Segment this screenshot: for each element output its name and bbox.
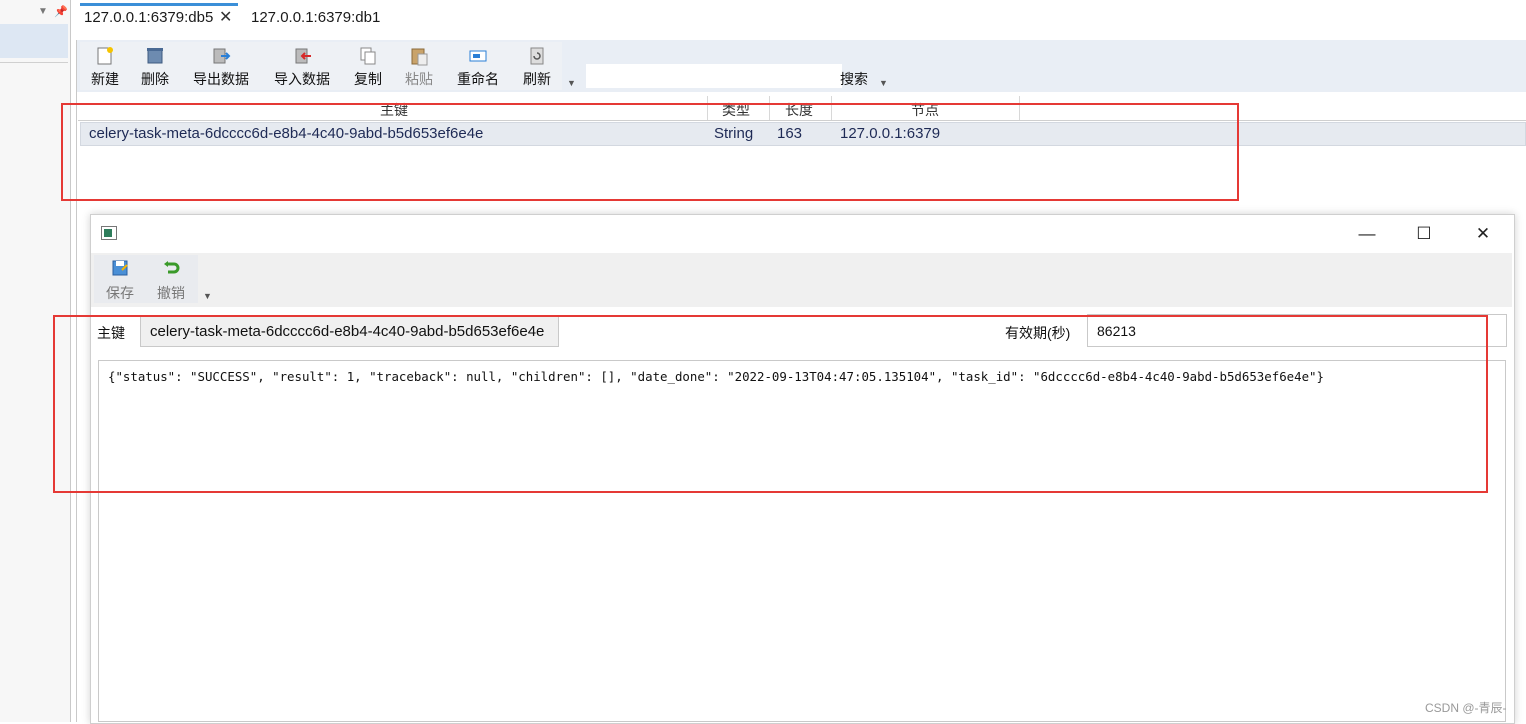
- ttl-label: 有效期(秒): [1005, 325, 1071, 341]
- row-type-cell[interactable]: String: [714, 125, 753, 142]
- column-separator: [1019, 96, 1020, 120]
- export-button[interactable]: 导出数据: [189, 44, 253, 90]
- close-icon[interactable]: ✕: [1468, 224, 1498, 244]
- dialog-toolbar-overflow-icon[interactable]: ▼: [203, 291, 212, 301]
- toolbar-overflow-icon[interactable]: ▼: [567, 78, 576, 88]
- pin-icon[interactable]: 📌: [54, 5, 68, 18]
- dialog-toolbar: [91, 253, 1512, 307]
- column-header-key[interactable]: 主键: [380, 100, 408, 120]
- minimize-icon[interactable]: —: [1352, 224, 1382, 244]
- row-key-cell[interactable]: celery-task-meta-6dcccc6d-e8b4-4c40-9abd…: [89, 125, 483, 142]
- undo-icon: [164, 261, 180, 274]
- column-header-length[interactable]: 长度: [785, 100, 813, 120]
- column-header-type[interactable]: 类型: [722, 100, 750, 120]
- refresh-icon: [530, 47, 544, 65]
- undo-button[interactable]: 撤销: [155, 258, 187, 303]
- new-file-icon: [97, 47, 113, 65]
- tab-db1[interactable]: 127.0.0.1:6379:db1: [251, 9, 380, 26]
- dialog-titlebar[interactable]: [91, 215, 1512, 253]
- maximize-icon[interactable]: ☐: [1409, 224, 1439, 244]
- rename-icon: [469, 50, 487, 62]
- save-button[interactable]: 保存: [104, 258, 136, 303]
- search-options-icon[interactable]: ▼: [879, 78, 888, 88]
- delete-icon: [147, 48, 163, 64]
- rename-button[interactable]: 重命名: [454, 44, 502, 90]
- copy-icon: [360, 47, 376, 65]
- panel-dropdown-icon[interactable]: ▼: [38, 6, 48, 17]
- import-button[interactable]: 导入数据: [270, 44, 334, 90]
- key-label: 主键: [97, 325, 125, 341]
- connection-tree-selected-item[interactable]: [0, 24, 68, 58]
- paste-icon: [411, 48, 428, 66]
- column-separator: [707, 96, 708, 120]
- row-length-cell[interactable]: 163: [777, 125, 802, 142]
- watermark: CSDN @-青辰-: [1425, 701, 1507, 715]
- tree-divider: [0, 62, 68, 63]
- import-icon: [295, 48, 311, 64]
- search-button[interactable]: 搜索: [840, 69, 868, 89]
- tab-close-icon[interactable]: ✕: [219, 7, 232, 27]
- delete-button[interactable]: 删除: [136, 44, 174, 90]
- content-border: [76, 40, 77, 722]
- export-icon: [213, 48, 231, 64]
- copy-button[interactable]: 复制: [350, 44, 386, 90]
- column-header-node[interactable]: 节点: [911, 100, 939, 120]
- row-node-cell[interactable]: 127.0.0.1:6379: [840, 125, 940, 142]
- column-separator: [769, 96, 770, 120]
- search-input[interactable]: [586, 64, 842, 88]
- tab-db5-label[interactable]: 127.0.0.1:6379:db5: [84, 9, 213, 26]
- save-icon: [112, 260, 128, 276]
- active-tab-indicator: [80, 3, 238, 6]
- new-button[interactable]: 新建: [86, 44, 124, 90]
- window-app-icon-inner: [104, 229, 112, 237]
- key-field[interactable]: [140, 315, 559, 347]
- paste-button[interactable]: 粘贴: [401, 44, 437, 90]
- connection-tree-panel: [0, 0, 71, 722]
- ttl-field[interactable]: [1087, 314, 1507, 347]
- column-separator: [831, 96, 832, 120]
- refresh-button[interactable]: 刷新: [519, 44, 555, 90]
- value-editor[interactable]: {"status": "SUCCESS", "result": 1, "trac…: [98, 360, 1506, 722]
